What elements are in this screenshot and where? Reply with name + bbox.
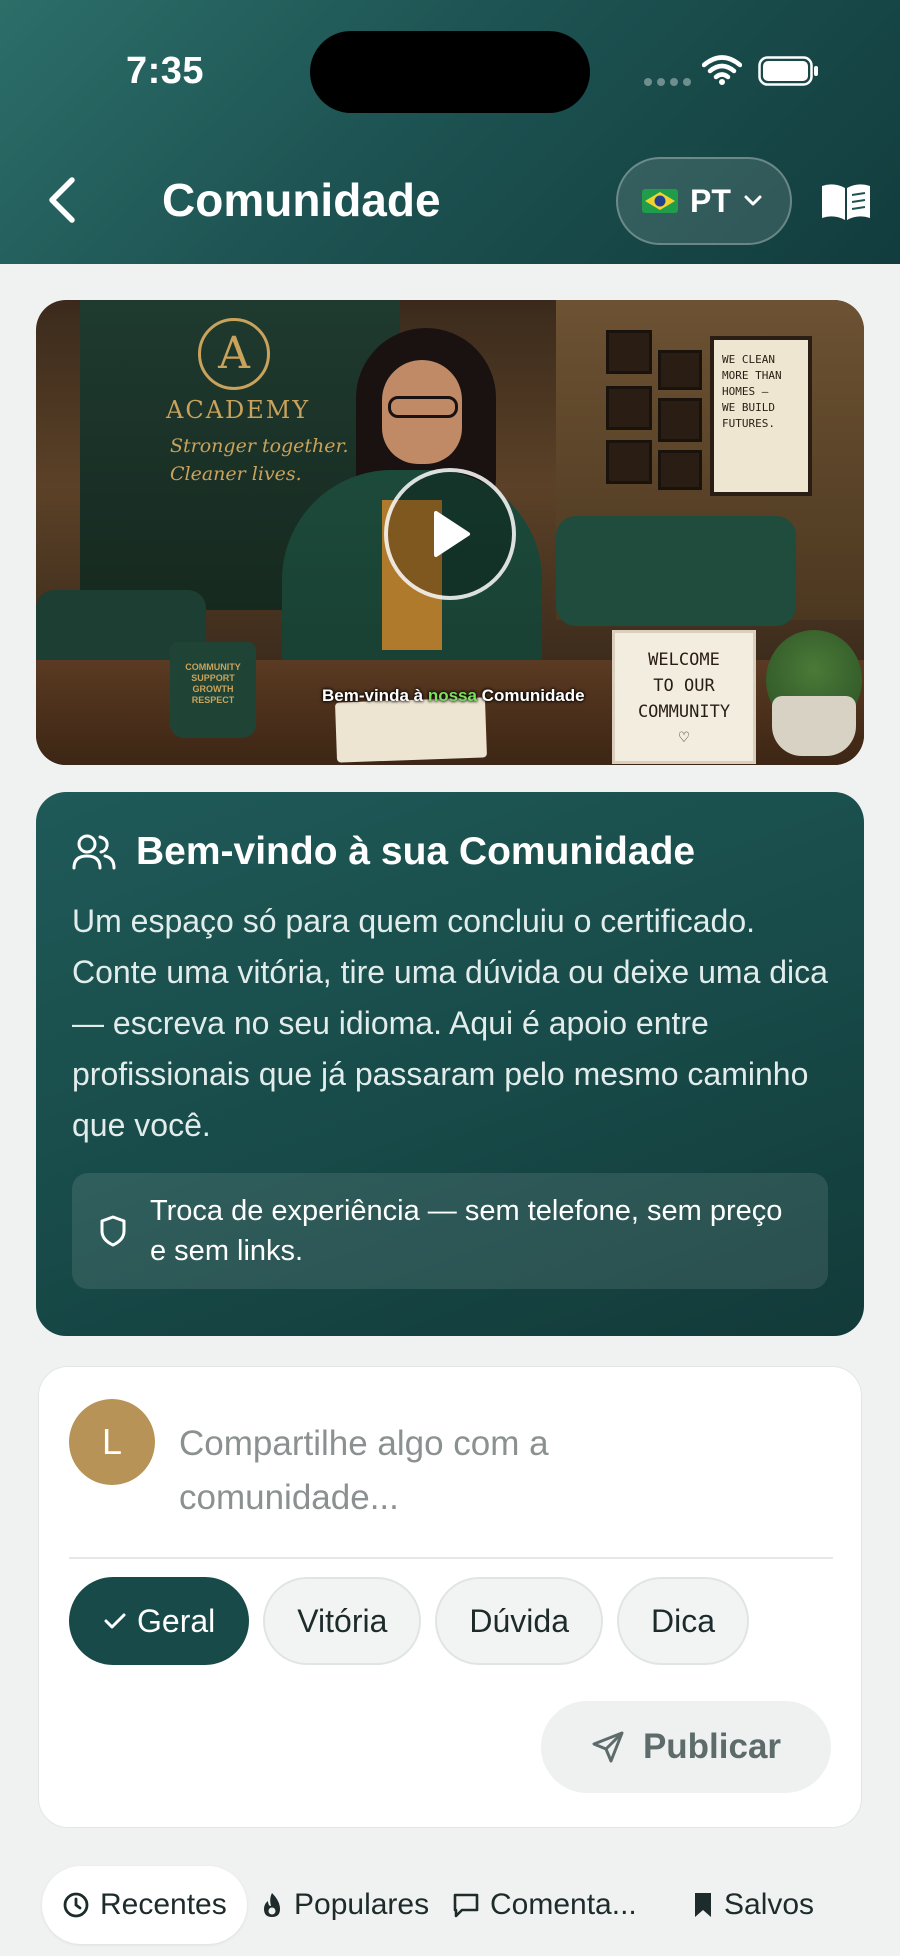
back-button[interactable] [40, 172, 88, 228]
mug-line: COMMUNITY [185, 662, 241, 672]
subtitle-highlight: nossa [427, 686, 477, 705]
send-icon [592, 1731, 624, 1763]
photo-frame [606, 386, 652, 430]
subtitle-part: Bem-vinda à [322, 686, 428, 705]
academy-logo: A [198, 318, 270, 390]
video-subtitle: Bem-vinda à nossa Comunidade [322, 686, 585, 706]
bookmark-icon [695, 1893, 711, 1917]
chip-vitoria[interactable]: Vitória [263, 1577, 422, 1665]
photo-frame [606, 330, 652, 374]
language-selector[interactable]: PT [616, 157, 792, 245]
welcome-card: Bem-vindo à sua Comunidade Um espaço só … [36, 792, 864, 1336]
photo-frame [658, 350, 702, 390]
chip-label: Vitória [297, 1602, 388, 1639]
avatar: L [69, 1399, 155, 1485]
divider [69, 1557, 833, 1559]
play-button[interactable] [384, 468, 516, 600]
subtitle-part: Comunidade [476, 686, 585, 705]
mug-line: GROWTH [192, 684, 234, 694]
page-title: Comunidade [162, 174, 441, 226]
publish-label: Publicar [642, 1727, 782, 1766]
status-time: 7:35 [126, 50, 205, 92]
chip-geral[interactable]: Geral [69, 1577, 250, 1665]
chip-label: Geral [137, 1602, 216, 1639]
welcome-description: Um espaço só para quem concluiu o certif… [72, 903, 828, 1143]
tab-label: Comenta... [490, 1888, 637, 1921]
chip-duvida[interactable]: Dúvida [435, 1577, 603, 1665]
sign-line: COMMUNITY [637, 702, 731, 722]
poster-line: HOMES — [722, 385, 769, 398]
community-rule-text: Troca de experiência — sem telefone, sem… [150, 1195, 783, 1267]
feed-tabs: Recentes Populares Comenta... Salvos [42, 1866, 862, 1946]
app-header: 7:35 Comunidade PT [0, 0, 900, 264]
tab-salvos[interactable]: Salvos [692, 1866, 814, 1944]
dynamic-island [310, 31, 590, 113]
photo-frame [658, 398, 702, 442]
publish-button[interactable]: Publicar [541, 1701, 831, 1793]
mug-line: SUPPORT [191, 673, 235, 683]
tab-label: Recentes [100, 1888, 227, 1921]
plant-pot [772, 696, 856, 756]
post-input[interactable] [179, 1417, 739, 1527]
sofa [556, 516, 796, 626]
tab-label: Populares [294, 1888, 430, 1921]
presenter-glasses [388, 396, 458, 418]
mug-line: RESPECT [191, 695, 235, 705]
welcome-sign: WELCOME TO OUR COMMUNITY ♡ [612, 630, 756, 764]
play-icon [434, 511, 470, 557]
check-icon [104, 1613, 126, 1629]
welcome-title: Bem-vindo à sua Comunidade [136, 830, 696, 873]
heart-icon: ♡ [678, 728, 690, 748]
chip-label: Dúvida [469, 1602, 569, 1639]
chevron-left-icon [49, 177, 75, 223]
comment-icon [453, 1893, 479, 1918]
tab-comentados[interactable]: Comenta... [452, 1866, 637, 1944]
sign-line: TO OUR [653, 676, 715, 696]
clock-icon [63, 1892, 89, 1918]
academy-wordmark: ACADEMY [166, 396, 311, 424]
brazil-flag-icon [642, 189, 678, 213]
battery-icon [758, 56, 818, 86]
flame-icon [264, 1893, 280, 1917]
welcome-video[interactable]: A ACADEMY Stronger together. Cleaner liv… [36, 300, 864, 765]
guide-button[interactable] [818, 180, 874, 224]
community-rule-notice: Troca de experiência — sem telefone, sem… [72, 1173, 828, 1289]
tab-label: Salvos [724, 1888, 815, 1921]
signal-icon [644, 78, 691, 86]
post-composer: L Geral Vitória Dúvida Dica Publicar [38, 1366, 862, 1828]
poster-line: MORE THAN [722, 369, 782, 382]
poster-line: WE BUILD [722, 401, 775, 414]
photo-frame [658, 450, 702, 490]
chip-label: Dica [650, 1602, 715, 1639]
language-code: PT [690, 182, 731, 219]
chip-dica[interactable]: Dica [616, 1577, 749, 1665]
shield-icon [100, 1215, 126, 1247]
open-book-icon [822, 184, 870, 220]
wifi-icon [702, 55, 742, 85]
sign-line: WELCOME [648, 650, 720, 670]
category-chips: Geral Vitória Dúvida Dica [69, 1577, 749, 1665]
wall-poster: WE CLEAN MORE THAN HOMES — WE BUILD FUTU… [710, 336, 812, 496]
users-icon [72, 834, 116, 870]
chevron-down-icon [744, 195, 762, 206]
poster-line: WE CLEAN [722, 353, 775, 366]
academy-tagline: Stronger together. Cleaner lives. [170, 435, 349, 485]
tab-populares[interactable]: Populares [260, 1866, 429, 1944]
poster-line: FUTURES. [722, 417, 775, 430]
tab-recentes[interactable]: Recentes [42, 1866, 247, 1944]
photo-frame [606, 440, 652, 484]
notebook [334, 697, 488, 763]
community-mug: COMMUNITY SUPPORT GROWTH RESPECT [170, 642, 256, 738]
